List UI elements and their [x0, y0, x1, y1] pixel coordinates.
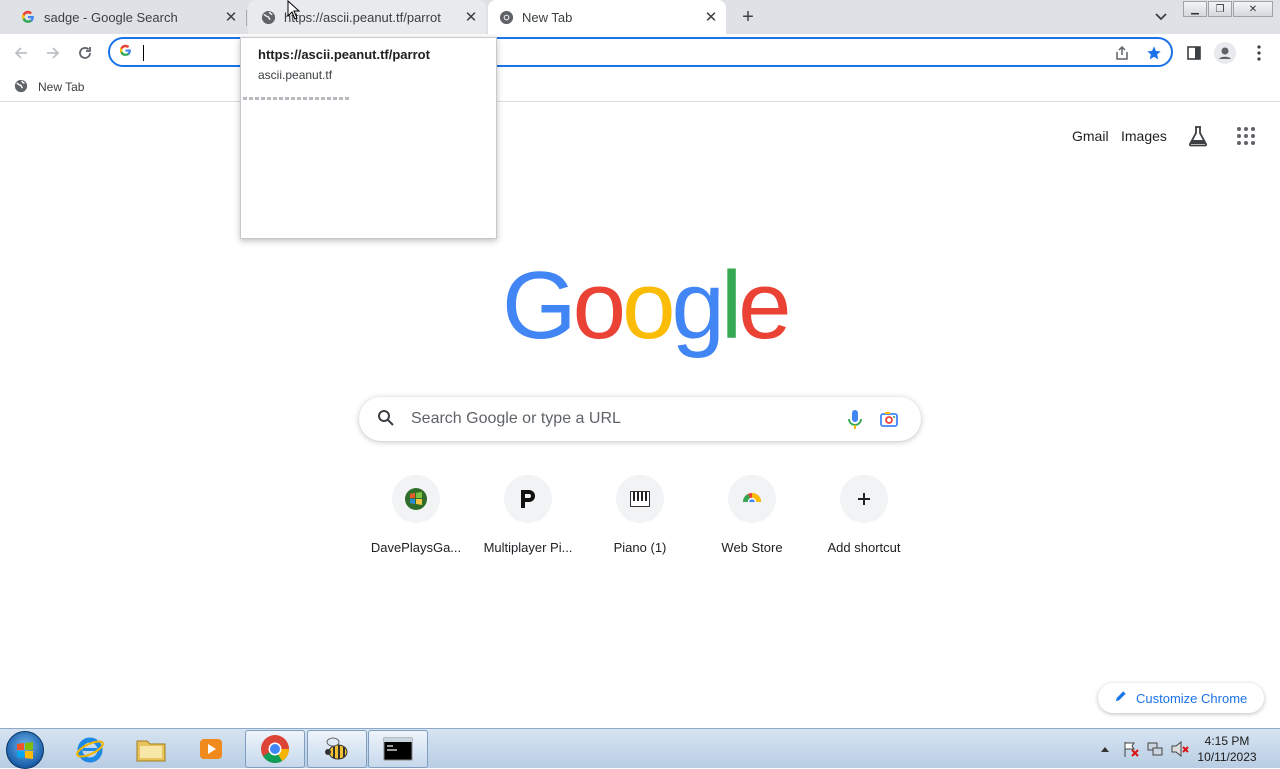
reload-button[interactable]: [72, 40, 98, 66]
taskbar: 4:15 PM 10/11/2023: [0, 728, 1280, 769]
hover-card-preview: [243, 97, 351, 100]
toolbar: [0, 34, 1280, 72]
windows-orb-icon: [392, 475, 440, 523]
star-icon[interactable]: [1144, 43, 1164, 63]
customize-label: Customize Chrome: [1136, 690, 1248, 706]
gmail-link[interactable]: Gmail: [1072, 124, 1109, 148]
logo-letter: o: [572, 252, 626, 359]
hover-card-title: https://ascii.peanut.tf/parrot: [258, 47, 430, 62]
logo-letter: o: [622, 252, 675, 359]
bookmarks-bar: New Tab: [0, 72, 1280, 102]
shortcut-label: DavePlaysGa...: [370, 540, 462, 555]
google-g-icon: [20, 9, 36, 25]
side-panel-icon[interactable]: [1183, 42, 1205, 64]
clock-date: 10/11/2023: [1197, 750, 1257, 764]
search-placeholder: Search Google or type a URL: [411, 410, 621, 427]
back-button[interactable]: [8, 40, 34, 66]
tab-strip: sadge - Google Search ✕ https://ascii.pe…: [0, 0, 1280, 34]
restore-button[interactable]: ❐: [1208, 1, 1232, 17]
tab-title: New Tab: [522, 9, 573, 25]
minimize-button[interactable]: ▁: [1183, 1, 1207, 17]
globe-icon: [14, 79, 28, 96]
clock-time: 4:15 PM: [1204, 734, 1250, 748]
shortcut-tile[interactable]: Multiplayer Pi...: [472, 474, 584, 564]
shortcut-tile[interactable]: Piano (1): [584, 474, 696, 564]
labs-flask-icon[interactable]: [1186, 124, 1210, 148]
bee-app-icon[interactable]: [307, 730, 367, 768]
system-clock[interactable]: 4:15 PM 10/11/2023: [1192, 733, 1262, 765]
tab-title: https://ascii.peanut.tf/parrot: [284, 9, 441, 25]
start-button[interactable]: [6, 731, 44, 769]
search-box[interactable]: Search Google or type a URL: [359, 397, 921, 441]
tray-expand-icon[interactable]: [1100, 729, 1110, 769]
new-tab-button[interactable]: +: [737, 6, 759, 28]
shortcut-tile[interactable]: DavePlaysGa...: [360, 474, 472, 564]
close-icon[interactable]: ✕: [222, 8, 240, 26]
customize-chrome-button[interactable]: Customize Chrome: [1098, 683, 1264, 713]
media-player-icon[interactable]: [181, 730, 241, 768]
mouse-pointer-icon: [287, 0, 301, 25]
tab-new-tab[interactable]: New Tab ✕: [488, 0, 726, 34]
network-icon[interactable]: [1146, 729, 1164, 769]
profile-avatar-icon[interactable]: [1214, 42, 1236, 64]
chrome-icon: [498, 9, 514, 25]
globe-icon: [260, 9, 276, 25]
share-icon[interactable]: [1112, 43, 1132, 63]
search-icon: [377, 409, 397, 429]
shortcut-label: Multiplayer Pi...: [483, 540, 573, 555]
logo-letter: l: [720, 252, 742, 359]
p-logo-icon: [504, 475, 552, 523]
kebab-menu-icon[interactable]: [1248, 42, 1270, 64]
plus-icon: [840, 475, 888, 523]
close-icon[interactable]: ✕: [702, 8, 720, 26]
microphone-icon[interactable]: [845, 409, 865, 429]
logo-letter: G: [502, 252, 577, 359]
chevron-down-icon[interactable]: [1152, 8, 1170, 26]
shortcut-tile[interactable]: Web Store: [696, 474, 808, 564]
shortcut-tile[interactable]: Add shortcut: [808, 474, 920, 564]
volume-muted-icon[interactable]: [1170, 729, 1190, 769]
bookmark-label: New Tab: [38, 80, 85, 94]
tab-hover-card: https://ascii.peanut.tf/parrot ascii.pea…: [240, 37, 497, 239]
web-store-icon: [728, 475, 776, 523]
google-lens-icon[interactable]: [879, 409, 901, 429]
tab-title: sadge - Google Search: [44, 9, 178, 25]
hover-card-domain: ascii.peanut.tf: [258, 68, 333, 82]
file-explorer-icon[interactable]: [121, 730, 181, 768]
images-link[interactable]: Images: [1121, 124, 1167, 148]
text-caret: [143, 45, 144, 61]
action-center-flag-icon[interactable]: [1122, 729, 1140, 769]
logo-letter: g: [671, 252, 724, 359]
shortcuts-grid: DavePlaysGa... Multiplayer Pi... Piano (…: [360, 474, 920, 564]
piano-icon: [616, 475, 664, 523]
shortcut-label: Web Store: [721, 540, 783, 555]
pencil-icon: [1114, 690, 1127, 706]
bookmark-new-tab[interactable]: New Tab: [14, 76, 84, 98]
shortcut-label: Add shortcut: [827, 540, 901, 555]
google-g-icon: [119, 44, 132, 61]
logo-letter: e: [738, 252, 791, 359]
window-close-button[interactable]: ✕: [1233, 1, 1273, 17]
shortcut-label: Piano (1): [613, 540, 667, 555]
chrome-taskbar-icon[interactable]: [245, 730, 305, 768]
apps-grid-icon[interactable]: [1236, 124, 1256, 148]
internet-explorer-icon[interactable]: [60, 730, 120, 768]
close-icon[interactable]: ✕: [462, 8, 480, 26]
google-logo: Google: [502, 252, 792, 359]
forward-button[interactable]: [40, 40, 66, 66]
tab-ascii-parrot[interactable]: https://ascii.peanut.tf/parrot ✕: [248, 0, 486, 34]
tab-google-search[interactable]: sadge - Google Search ✕: [0, 0, 244, 34]
tab-separator: [246, 10, 247, 26]
command-prompt-icon[interactable]: [368, 730, 428, 768]
